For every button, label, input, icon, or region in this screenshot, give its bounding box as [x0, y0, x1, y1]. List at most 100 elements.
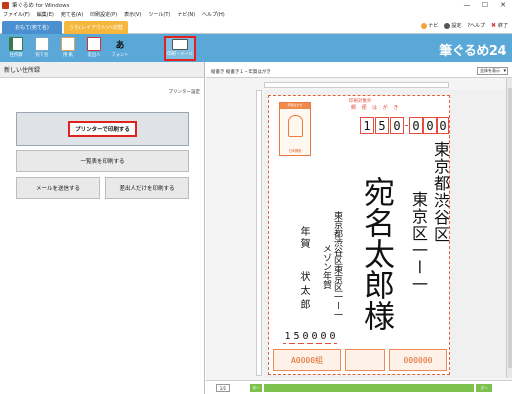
- stamp-illustration: [288, 115, 303, 137]
- ribbon-address-book[interactable]: 住所録: [4, 36, 28, 61]
- preview-toolbar: 縦書き 縦書き１・年賀はがき 全体を表示: [206, 62, 512, 78]
- print-with-printer-label: プリンターで印刷する: [68, 121, 137, 137]
- tab-front-address[interactable]: おもて(宛て名): [2, 21, 62, 34]
- sender-zip-digit: 0: [301, 331, 310, 344]
- recipient-name[interactable]: 宛名太郎様: [358, 176, 394, 331]
- printer-icon: [172, 39, 188, 50]
- left-panel: 新しい住所録 プリンター設定 プリンターで印刷する 一覧表を印刷する メールを送…: [0, 62, 205, 394]
- stamp-label: 年賀はがき: [280, 103, 310, 109]
- ribbon-recipient[interactable]: 宛て名: [30, 36, 54, 61]
- ribbon-label: 用 紙: [63, 53, 73, 58]
- menu-tools[interactable]: ツール(T): [148, 11, 170, 18]
- ribbon-font[interactable]: あ フォント: [108, 36, 132, 61]
- navi-icon: [421, 22, 428, 29]
- menu-navi[interactable]: ナビ(N): [177, 11, 195, 18]
- print-with-printer-button[interactable]: プリンターで印刷する: [16, 112, 189, 146]
- menu-file[interactable]: ファイル(F): [3, 11, 30, 18]
- postcard[interactable]: 印刷対象外 郵 便 は が き 年賀はがき 日本郵便 1 5 0 0 0 0 東…: [268, 95, 450, 375]
- prev-button[interactable]: 前へ: [250, 384, 262, 392]
- menu-bar: ファイル(F) 編集(E) 宛て名(A) 印刷設定(P) 表示(V) ツール(T…: [0, 10, 512, 19]
- close-icon[interactable]: ✕: [494, 0, 512, 10]
- exit-link[interactable]: ✖ 終了: [491, 22, 508, 29]
- next-button[interactable]: 次へ: [476, 384, 492, 392]
- sender-zip-digit: 5: [292, 331, 301, 344]
- sender-zip-digit: 0: [310, 331, 319, 344]
- help-label: ?ヘルプ: [467, 23, 485, 29]
- recipient-address-line1[interactable]: 東京都渋谷区: [428, 141, 452, 243]
- window-title: 筆ぐるめ for Windows: [12, 3, 70, 9]
- lottery-stamp: [345, 349, 385, 371]
- print-list-button[interactable]: 一覧表を印刷する: [16, 150, 189, 172]
- menu-help[interactable]: ヘルプ(H): [202, 11, 225, 18]
- zip-digit[interactable]: 0: [390, 117, 404, 134]
- paper-icon: [61, 37, 75, 51]
- zoom-select[interactable]: 全体を表示: [477, 67, 508, 75]
- address-book-icon: [9, 37, 23, 51]
- page-navigation: 1/1 前へ 次へ: [206, 380, 512, 394]
- exit-icon: ✖: [490, 21, 497, 29]
- zip-digit[interactable]: 0: [423, 117, 437, 134]
- font-icon: あ: [115, 40, 125, 51]
- sender-zip-digit: 1: [283, 331, 292, 344]
- postcard-icon: [35, 37, 49, 51]
- vertical-scrollbar[interactable]: [506, 78, 512, 378]
- navi-link[interactable]: ナビ: [421, 22, 438, 29]
- scroll-thumb[interactable]: [508, 88, 512, 368]
- settings-label: 設定: [451, 23, 462, 29]
- sender-building[interactable]: メゾン年賀: [320, 244, 333, 289]
- menu-print-settings[interactable]: 印刷設定(P): [90, 11, 117, 18]
- help-link[interactable]: ?ヘルプ: [467, 22, 485, 29]
- sender-zip[interactable]: 1 5 0 0 0 0: [283, 331, 337, 344]
- vertical-ruler: [256, 90, 262, 376]
- zip-digit[interactable]: 1: [360, 117, 374, 134]
- minimize-icon[interactable]: —: [458, 0, 476, 10]
- ribbon-sender[interactable]: 差出人: [82, 36, 106, 61]
- preview-area: 縦書き 縦書き１・年賀はがき 全体を表示 印刷対象外 郵 便 は が き 年賀は…: [206, 62, 512, 394]
- tab-bar: おもて(宛て名) うら(レイアウト)へ切替 ナビ 設定 ?ヘルプ ✖ 終了: [0, 19, 512, 34]
- zip-digit[interactable]: 0: [437, 117, 449, 134]
- ribbon-print-mail[interactable]: 印刷・メール: [164, 36, 196, 61]
- stamp: 年賀はがき 日本郵便: [279, 102, 311, 156]
- send-mail-button[interactable]: メールを送信する: [16, 177, 100, 199]
- printer-settings-link[interactable]: プリンター設定: [169, 89, 201, 95]
- zip-digit[interactable]: 5: [375, 117, 389, 134]
- navi-label: ナビ: [428, 23, 439, 29]
- settings-link[interactable]: 設定: [444, 22, 461, 29]
- stamp-footer: 日本郵便: [288, 149, 302, 153]
- zip-dash: [405, 125, 408, 126]
- greeting-text[interactable]: 年賀: [296, 226, 311, 250]
- print-sender-only-button[interactable]: 差出人だけを印刷する: [105, 177, 189, 199]
- title-bar: 筆ぐるめ for Windows — ☐ ✕: [0, 0, 512, 10]
- recipient-address-line2[interactable]: 東京区一ー一: [406, 191, 430, 293]
- address-book-title: 新しい住所録: [0, 62, 204, 78]
- ribbon-label: 住所録: [9, 53, 23, 58]
- sender-icon: [87, 37, 101, 51]
- ribbon-paper[interactable]: 用 紙: [56, 36, 80, 61]
- ribbon-label: 印刷・メール: [167, 52, 193, 57]
- brand-logo: 筆ぐるめ24: [439, 44, 506, 59]
- menu-edit[interactable]: 編集(E): [37, 11, 54, 18]
- menu-address[interactable]: 宛て名(A): [61, 11, 83, 18]
- page-indicator[interactable]: 1/1: [216, 384, 230, 392]
- horizontal-ruler: [264, 82, 449, 88]
- ribbon: 住所録 宛て名 用 紙 差出人 あ フォント 印刷・メール 筆ぐるめ24: [0, 34, 512, 62]
- layout-caption: 縦書き 縦書き１・年賀はがき: [211, 70, 271, 75]
- ribbon-label: フォント: [111, 53, 129, 58]
- postcard-label: 郵 便 は が き: [351, 105, 401, 111]
- window-controls: — ☐ ✕: [458, 0, 512, 10]
- menu-view[interactable]: 表示(V): [124, 11, 141, 18]
- exit-label: 終了: [497, 23, 508, 29]
- ribbon-label: 宛て名: [35, 53, 49, 58]
- zoom-value: 全体を表示: [480, 68, 500, 73]
- zip-digit[interactable]: 0: [409, 117, 423, 134]
- sender-name[interactable]: 状太郎: [296, 271, 311, 313]
- record-slider[interactable]: [264, 384, 474, 392]
- maximize-icon[interactable]: ☐: [476, 0, 494, 10]
- ribbon-label: 差出人: [87, 53, 101, 58]
- tab-switch-back-layout[interactable]: うら(レイアウト)へ切替: [64, 21, 128, 34]
- lottery-group: A0000組: [273, 349, 341, 371]
- lottery-strip: A0000組 000000: [273, 349, 447, 371]
- lottery-number: 000000: [389, 349, 447, 371]
- app-icon: [2, 1, 9, 9]
- top-links: ナビ 設定 ?ヘルプ ✖ 終了: [415, 22, 508, 29]
